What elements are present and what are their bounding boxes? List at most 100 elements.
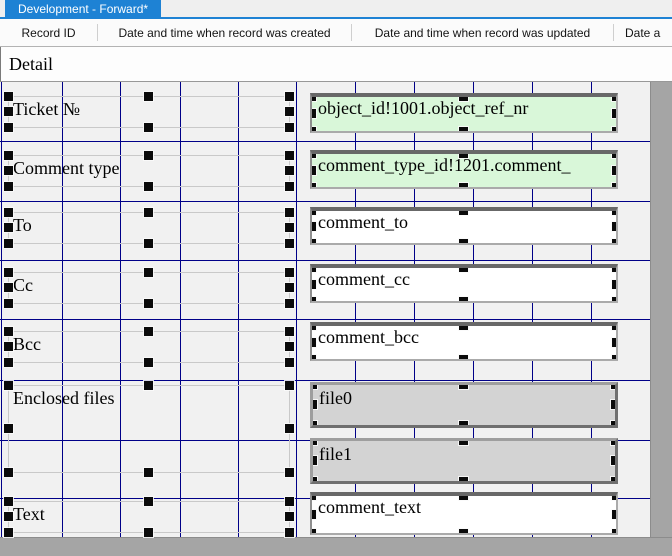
selection-handle[interactable] bbox=[4, 107, 13, 116]
selection-handle[interactable] bbox=[310, 355, 316, 361]
selection-handle[interactable] bbox=[612, 529, 618, 535]
selection-handle[interactable] bbox=[310, 338, 316, 347]
selection-handle[interactable] bbox=[310, 492, 316, 500]
selection-handle[interactable] bbox=[459, 322, 468, 330]
field-comment-text[interactable]: comment_text bbox=[310, 492, 618, 535]
field-file0[interactable]: file0 bbox=[310, 382, 618, 428]
selection-handle[interactable] bbox=[612, 322, 618, 330]
selection-handle[interactable] bbox=[4, 342, 13, 351]
selection-handle[interactable] bbox=[4, 468, 13, 477]
selection-handle[interactable] bbox=[612, 338, 618, 347]
selection-handle[interactable] bbox=[612, 127, 618, 133]
selection-handle[interactable] bbox=[4, 151, 13, 160]
selection-handle[interactable] bbox=[285, 151, 294, 160]
selection-handle[interactable] bbox=[144, 182, 153, 191]
selection-handle[interactable] bbox=[612, 355, 618, 361]
selection-handle[interactable] bbox=[285, 92, 294, 101]
selection-handle[interactable] bbox=[310, 382, 317, 389]
selection-handle[interactable] bbox=[144, 151, 153, 160]
selection-handle[interactable] bbox=[612, 280, 618, 289]
selection-handle[interactable] bbox=[4, 123, 13, 132]
selection-handle[interactable] bbox=[310, 166, 316, 175]
selection-handle[interactable] bbox=[459, 150, 468, 158]
field-object-ref-nr[interactable]: object_id!1001.object_ref_nr bbox=[310, 93, 618, 133]
selection-handle[interactable] bbox=[4, 166, 13, 175]
selection-handle[interactable] bbox=[310, 109, 316, 118]
selection-handle[interactable] bbox=[144, 208, 153, 217]
selection-handle[interactable] bbox=[285, 424, 294, 433]
selection-handle[interactable] bbox=[310, 421, 317, 428]
selection-handle[interactable] bbox=[459, 421, 468, 428]
selection-handle[interactable] bbox=[285, 283, 294, 292]
selection-handle[interactable] bbox=[612, 297, 618, 303]
selection-handle[interactable] bbox=[144, 381, 153, 390]
selection-handle[interactable] bbox=[459, 382, 468, 389]
selection-handle[interactable] bbox=[4, 528, 13, 537]
selection-handle[interactable] bbox=[459, 438, 468, 445]
selection-handle[interactable] bbox=[4, 327, 13, 336]
selection-handle[interactable] bbox=[4, 283, 13, 292]
selection-handle[interactable] bbox=[285, 299, 294, 308]
selection-handle[interactable] bbox=[612, 109, 618, 118]
selection-handle[interactable] bbox=[144, 468, 153, 477]
field-file1[interactable]: file1 bbox=[310, 438, 618, 484]
selection-handle[interactable] bbox=[310, 127, 316, 133]
selection-handle[interactable] bbox=[144, 268, 153, 277]
selection-handle[interactable] bbox=[310, 477, 317, 484]
selection-handle[interactable] bbox=[459, 239, 468, 245]
header-date-truncated[interactable]: Date a bbox=[614, 19, 672, 46]
selection-handle[interactable] bbox=[4, 512, 13, 521]
selection-handle[interactable] bbox=[144, 92, 153, 101]
label-text-field[interactable]: Text bbox=[8, 501, 290, 533]
selection-handle[interactable] bbox=[459, 127, 468, 133]
selection-handle[interactable] bbox=[459, 183, 468, 189]
header-date-updated[interactable]: Date and time when record was updated bbox=[352, 19, 613, 46]
selection-handle[interactable] bbox=[611, 400, 618, 409]
selection-handle[interactable] bbox=[285, 381, 294, 390]
selection-handle[interactable] bbox=[612, 150, 618, 158]
selection-handle[interactable] bbox=[612, 166, 618, 175]
selection-handle[interactable] bbox=[144, 528, 153, 537]
label-bcc[interactable]: Bcc bbox=[8, 331, 290, 363]
selection-handle[interactable] bbox=[144, 239, 153, 248]
selection-handle[interactable] bbox=[285, 268, 294, 277]
selection-handle[interactable] bbox=[310, 400, 317, 409]
selection-handle[interactable] bbox=[144, 327, 153, 336]
selection-handle[interactable] bbox=[310, 207, 316, 215]
selection-handle[interactable] bbox=[310, 183, 316, 189]
selection-handle[interactable] bbox=[144, 299, 153, 308]
selection-handle[interactable] bbox=[612, 492, 618, 500]
label-comment-type[interactable]: Comment type bbox=[8, 155, 290, 187]
selection-handle[interactable] bbox=[4, 299, 13, 308]
tab-development-forward[interactable]: Development - Forward* bbox=[5, 0, 161, 17]
selection-handle[interactable] bbox=[285, 468, 294, 477]
header-record-id[interactable]: Record ID bbox=[0, 19, 97, 46]
selection-handle[interactable] bbox=[612, 183, 618, 189]
selection-handle[interactable] bbox=[4, 268, 13, 277]
selection-handle[interactable] bbox=[310, 93, 316, 101]
selection-handle[interactable] bbox=[4, 497, 13, 506]
selection-handle[interactable] bbox=[459, 492, 468, 500]
selection-handle[interactable] bbox=[4, 208, 13, 217]
selection-handle[interactable] bbox=[310, 239, 316, 245]
selection-handle[interactable] bbox=[612, 207, 618, 215]
selection-handle[interactable] bbox=[310, 322, 316, 330]
selection-handle[interactable] bbox=[459, 297, 468, 303]
selection-handle[interactable] bbox=[310, 529, 316, 535]
label-enclosed-files[interactable]: Enclosed files bbox=[8, 385, 290, 473]
selection-handle[interactable] bbox=[612, 264, 618, 272]
selection-handle[interactable] bbox=[459, 207, 468, 215]
selection-handle[interactable] bbox=[310, 510, 316, 519]
selection-handle[interactable] bbox=[612, 222, 618, 231]
selection-handle[interactable] bbox=[310, 264, 316, 272]
field-comment-cc[interactable]: comment_cc bbox=[310, 264, 618, 303]
selection-handle[interactable] bbox=[310, 222, 316, 231]
selection-handle[interactable] bbox=[285, 512, 294, 521]
selection-handle[interactable] bbox=[285, 182, 294, 191]
selection-handle[interactable] bbox=[459, 355, 468, 361]
selection-handle[interactable] bbox=[310, 280, 316, 289]
selection-handle[interactable] bbox=[459, 93, 468, 101]
label-to[interactable]: To bbox=[8, 212, 290, 244]
selection-handle[interactable] bbox=[285, 327, 294, 336]
selection-handle[interactable] bbox=[285, 497, 294, 506]
